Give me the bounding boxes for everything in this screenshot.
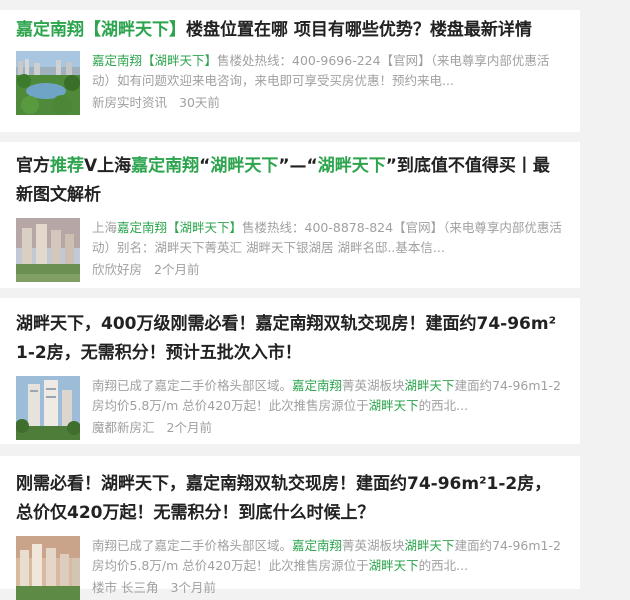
keyword-highlight: 湖畔天下 bbox=[404, 538, 455, 553]
keyword-highlight: 嘉定南翔 bbox=[292, 538, 343, 553]
article-time: 3个月前 bbox=[170, 580, 216, 595]
article-meta: 欣欣好房 2个月前 bbox=[92, 260, 564, 280]
text-segment: 南翔已成了嘉定二手价格头部区域。 bbox=[92, 378, 293, 393]
article-card[interactable]: 官方推荐V上海嘉定南翔“湖畔天下”—“湖畔天下”到底值不值得买丨最新图文解析 上… bbox=[0, 142, 580, 288]
article-feed: 嘉定南翔【湖畔天下】楼盘位置在哪 项目有哪些优势？楼盘最新详情 嘉定南翔【湖畔天… bbox=[0, 0, 630, 600]
text-segment: 南翔已成了嘉定二手价格头部区域。 bbox=[92, 538, 293, 553]
article-source: 楼市 长三角 bbox=[92, 580, 159, 595]
keyword-highlight: 湖畔天下 bbox=[210, 156, 279, 176]
keyword-highlight: 湖畔天下 bbox=[368, 398, 419, 413]
text-segment: 官方 bbox=[16, 156, 50, 176]
article-time: 30天前 bbox=[179, 95, 220, 110]
article-meta: 魔都新房汇 2个月前 bbox=[92, 418, 564, 438]
keyword-highlight: 嘉定南翔【湖畔天下】 bbox=[16, 20, 186, 40]
text-segment: 楼盘位置在哪 项目有哪些优势？楼盘最新详情 bbox=[186, 20, 532, 40]
keyword-highlight: 推荐 bbox=[50, 156, 84, 176]
article-thumbnail[interactable] bbox=[16, 536, 80, 600]
article-thumbnail[interactable] bbox=[16, 376, 80, 440]
article-time: 2个月前 bbox=[154, 262, 200, 277]
keyword-highlight: 嘉定南翔【湖畔天下】 bbox=[92, 53, 218, 68]
lake-park-photo bbox=[16, 51, 80, 115]
text-segment: 湖畔天下，400万级刚需必看！嘉定南翔双轨交现房！建面约74-96m²1-2房，… bbox=[16, 314, 557, 363]
keyword-highlight: 湖畔天下 bbox=[404, 378, 455, 393]
article-thumbnail[interactable] bbox=[16, 51, 80, 115]
article-title[interactable]: 刚需必看！湖畔天下，嘉定南翔双轨交现房！建面约74-96m²1-2房，总价仅42… bbox=[16, 456, 564, 528]
text-segment: 刚需必看！湖畔天下，嘉定南翔双轨交现房！建面约74-96m²1-2房，总价仅42… bbox=[16, 474, 552, 523]
text-segment: V上海 bbox=[84, 156, 132, 176]
article-title[interactable]: 嘉定南翔【湖畔天下】楼盘位置在哪 项目有哪些优势？楼盘最新详情 bbox=[16, 10, 564, 45]
article-source: 欣欣好房 bbox=[92, 262, 143, 277]
text-segment: 的西北... bbox=[418, 398, 469, 413]
article-summary: 南翔已成了嘉定二手价格头部区域。嘉定南翔菁英湖板块湖畔天下建面约74-96m1-… bbox=[92, 376, 564, 416]
article-card[interactable]: 刚需必看！湖畔天下，嘉定南翔双轨交现房！建面约74-96m²1-2房，总价仅42… bbox=[0, 456, 580, 600]
keyword-highlight: 嘉定南翔 bbox=[292, 378, 343, 393]
article-card[interactable]: 嘉定南翔【湖畔天下】楼盘位置在哪 项目有哪些优势？楼盘最新详情 嘉定南翔【湖畔天… bbox=[0, 10, 580, 132]
article-title[interactable]: 官方推荐V上海嘉定南翔“湖畔天下”—“湖畔天下”到底值不值得买丨最新图文解析 bbox=[16, 142, 564, 210]
text-segment: “ bbox=[199, 156, 211, 176]
keyword-highlight: 湖畔天下 bbox=[317, 156, 386, 176]
article-meta: 新房实时资讯 30天前 bbox=[92, 93, 564, 113]
tower-cluster-photo bbox=[16, 536, 80, 600]
text-segment: 上海 bbox=[92, 220, 118, 235]
article-summary: 南翔已成了嘉定二手价格头部区域。嘉定南翔菁英湖板块湖畔天下建面约74-96m1-… bbox=[92, 536, 564, 576]
article-source: 新房实时资讯 bbox=[92, 95, 168, 110]
article-meta: 楼市 长三角 3个月前 bbox=[92, 578, 564, 598]
high-rise-photo bbox=[16, 376, 80, 440]
residential-towers-photo bbox=[16, 218, 80, 282]
article-summary: 嘉定南翔【湖畔天下】售楼处热线：400-9696-224【官网】（来电尊享内部优… bbox=[92, 51, 564, 91]
article-time: 2个月前 bbox=[166, 420, 212, 435]
text-segment: ”—“ bbox=[278, 156, 318, 176]
text-segment: 菁英湖板块 bbox=[342, 378, 405, 393]
article-summary: 上海嘉定南翔【湖畔天下】售楼热线：400-8878-824【官网】（来电尊享内部… bbox=[92, 218, 564, 258]
article-title[interactable]: 湖畔天下，400万级刚需必看！嘉定南翔双轨交现房！建面约74-96m²1-2房，… bbox=[16, 298, 564, 368]
article-source: 魔都新房汇 bbox=[92, 420, 155, 435]
article-card[interactable]: 湖畔天下，400万级刚需必看！嘉定南翔双轨交现房！建面约74-96m²1-2房，… bbox=[0, 298, 580, 444]
article-thumbnail[interactable] bbox=[16, 218, 80, 282]
text-segment: 的西北... bbox=[418, 558, 469, 573]
keyword-highlight: 湖畔天下 bbox=[368, 558, 419, 573]
text-segment: 菁英湖板块 bbox=[342, 538, 405, 553]
keyword-highlight: 嘉定南翔 bbox=[131, 156, 200, 176]
keyword-highlight: 嘉定南翔【湖畔天下】 bbox=[117, 220, 243, 235]
